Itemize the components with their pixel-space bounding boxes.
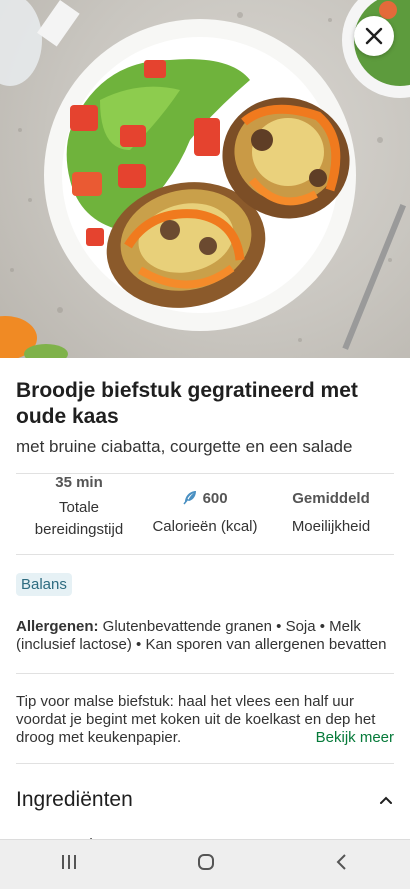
allergens-section: Allergenen: Glutenbevattende granen • So… [16,618,394,654]
divider [16,673,394,674]
system-navigation-bar [0,839,410,889]
stat-calories: 600 Calorieën (kcal) [142,474,268,542]
recent-apps-button[interactable] [59,853,79,876]
home-button[interactable] [196,852,216,877]
tag-row: Balans [16,573,394,596]
stat-calories-value-row: 600 [142,488,268,510]
close-button[interactable] [354,16,394,56]
home-icon [197,854,214,870]
recipe-title: Broodje biefstuk gegratineerd met oude k… [16,379,358,428]
back-button[interactable] [333,853,351,876]
recipe-hero-image [0,0,410,358]
stat-difficulty-label: Moeilijkheid [291,518,371,535]
stat-calories-value: 600 [202,490,228,507]
stat-calories-label: Calorieën (kcal) [152,518,258,535]
tip-section: Tip voor malse biefstuk: haal het vlees … [16,693,394,747]
allergens-label: Allergenen: [16,618,99,635]
food-photo [0,0,410,358]
recipe-stats: 35 min Totale bereidingstijd 600 Calorie… [16,474,394,542]
close-icon [365,27,383,45]
stat-difficulty-value: Gemiddeld [292,490,370,507]
divider [16,554,394,555]
tag-badge[interactable]: Balans [16,573,72,596]
recipe-details: Broodje biefstuk gegratineerd met oude k… [16,358,394,846]
ingredients-header[interactable]: Ingrediënten [16,788,394,812]
recent-apps-icon [61,855,76,869]
divider [16,763,394,764]
stat-total-time: 35 min Totale bereidingstijd [16,474,142,542]
recipe-subtitle: met bruine ciabatta, courgette en een sa… [16,437,353,456]
feather-icon [183,491,197,505]
chevron-up-icon[interactable] [378,792,394,808]
stat-time-value: 35 min [55,474,103,491]
back-icon [336,854,347,870]
stat-difficulty: Gemiddeld Moeilijkheid [268,474,394,542]
ingredients-title: Ingrediënten [16,788,133,811]
stat-time-label: Totale bereidingstijd [34,499,124,538]
